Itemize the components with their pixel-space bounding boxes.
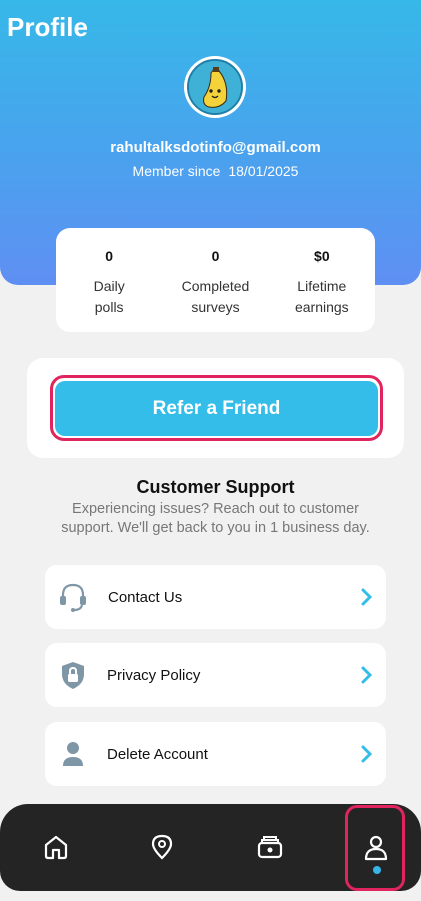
nav-home[interactable] <box>16 804 96 891</box>
chevron-right-icon <box>361 666 373 684</box>
delete-account-label: Delete Account <box>107 745 208 763</box>
stat-lifetime-earnings: $0 Lifetime earnings <box>269 228 375 332</box>
shield-lock-icon <box>62 662 84 689</box>
contact-us-label: Contact Us <box>108 588 183 606</box>
nav-wallet[interactable] <box>230 804 310 891</box>
user-email: rahultalksdotinfo@gmail.com <box>110 139 321 156</box>
refer-friend-button[interactable]: Refer a Friend <box>55 381 378 436</box>
member-since-date: 18/01/2025 <box>228 163 299 179</box>
page-title: Profile <box>7 12 88 42</box>
stats-card: 0 Daily polls 0 Completed surveys $0 Lif… <box>56 228 375 332</box>
avatar[interactable] <box>184 56 246 118</box>
location-pin-icon <box>151 834 173 860</box>
privacy-policy-label: Privacy Policy <box>107 666 201 684</box>
member-since-label: Member since <box>132 163 221 179</box>
chevron-right-icon <box>361 588 373 606</box>
privacy-policy-item[interactable]: Privacy Policy <box>45 643 386 707</box>
customer-support-description: Experiencing issues? Reach out to custom… <box>61 501 370 536</box>
contact-us-item[interactable]: Contact Us <box>45 565 386 629</box>
stat-value: 0 <box>211 248 220 264</box>
wallet-icon <box>257 836 283 859</box>
stat-completed-surveys: 0 Completed surveys <box>162 228 268 332</box>
nav-location[interactable] <box>122 804 202 891</box>
stat-label: Daily polls <box>93 278 125 315</box>
user-icon <box>63 742 83 766</box>
member-since: Member since 18/01/2025 <box>0 163 421 179</box>
stat-label: Completed surveys <box>181 278 250 315</box>
stat-value: $0 <box>314 248 330 264</box>
nav-profile-highlight-outline <box>345 805 405 891</box>
stat-value: 0 <box>105 248 114 264</box>
home-icon <box>44 835 68 860</box>
stat-daily-polls: 0 Daily polls <box>56 228 162 332</box>
active-indicator-dot <box>373 866 381 874</box>
stat-label: Lifetime earnings <box>294 278 349 315</box>
chevron-right-icon <box>361 745 373 763</box>
customer-support-title: Customer Support <box>136 477 295 497</box>
banana-avatar-icon <box>189 61 241 113</box>
delete-account-item[interactable]: Delete Account <box>45 722 386 786</box>
headset-icon <box>60 583 86 612</box>
